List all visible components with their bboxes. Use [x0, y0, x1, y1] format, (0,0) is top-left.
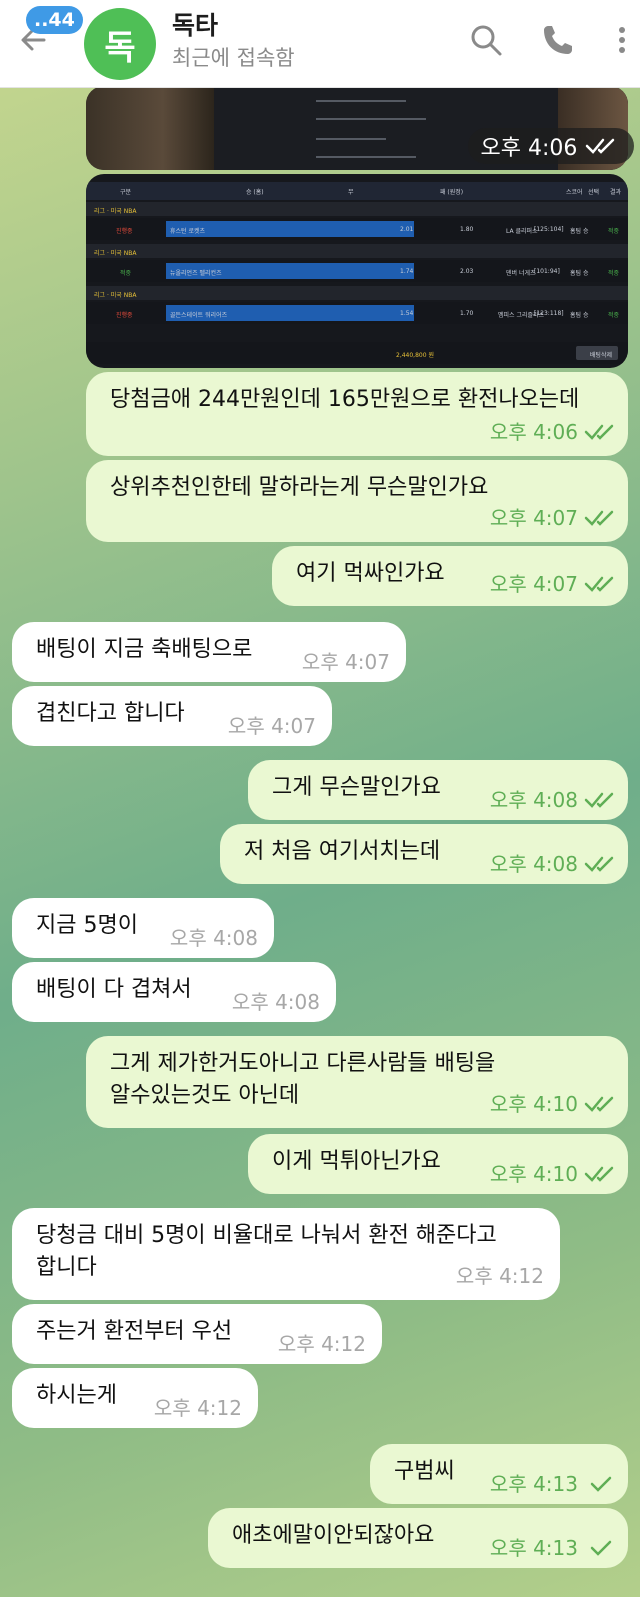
league-row: 리그 · 미국 NBA — [86, 202, 628, 216]
message-time: 오후 4:07 — [227, 714, 316, 738]
message-incoming[interactable]: 주는거 환전부터 우선 오후 4:12 — [12, 1304, 382, 1364]
message-time: 오후 4:13 — [489, 1536, 578, 1560]
message-time: 오후 4:08 — [489, 788, 578, 812]
message-outgoing[interactable]: 당첨금애 244만원인데 165만원으로 환전나오는데 오후 4:06 — [86, 372, 628, 456]
message-text: 겹친다고 합니다 — [36, 701, 185, 726]
search-button[interactable] — [468, 22, 504, 58]
double-check-icon — [584, 855, 620, 873]
table-footer: 2,440,800 원 배팅삭제 — [86, 342, 628, 364]
more-menu-button[interactable] — [604, 22, 625, 58]
message-text: 그게 무슨말인가요 — [272, 775, 441, 800]
check-icon — [584, 1475, 620, 1493]
message-text-line1: 그게 제가한거도아니고 다른사람들 배팅을 — [110, 1051, 496, 1076]
message-text: 상위추천인한테 말하라는게 무슨말인가요 — [110, 475, 489, 500]
message-time: 오후 4:08 — [489, 852, 578, 876]
double-check-icon — [584, 509, 620, 527]
search-icon — [471, 25, 502, 56]
double-check-icon — [584, 575, 620, 593]
message-time: 오후 4:06 — [489, 420, 578, 444]
message-time: 오후 4:10 — [489, 1092, 578, 1116]
message-time: 오후 4:10 — [489, 1162, 578, 1186]
message-text: 애초에말이안되잖아요 — [232, 1523, 435, 1548]
message-incoming[interactable]: 배팅이 다 겹쳐서 오후 4:08 — [12, 962, 336, 1022]
message-incoming[interactable]: 겹친다고 합니다 오후 4:07 — [12, 686, 332, 746]
table-row: 적중 뉴올리언즈 펠리컨즈 1.74 2.03 덴버 너게츠 [101:94] … — [86, 260, 628, 282]
message-outgoing[interactable]: 저 처음 여기서치는데 오후 4:08 — [220, 824, 628, 884]
message-outgoing[interactable]: 이게 먹튀아닌가요 오후 4:10 — [248, 1134, 628, 1194]
message-text: 당첨금애 244만원인데 165만원으로 환전나오는데 — [110, 387, 580, 412]
chat-header: ..44 독 독타 최근에 접속함 — [0, 0, 640, 88]
message-text: 주는거 환전부터 우선 — [36, 1319, 233, 1344]
message-text: 배팅이 다 겹쳐서 — [36, 977, 192, 1002]
message-text-line2: 합니다 — [36, 1255, 97, 1280]
call-button[interactable] — [540, 22, 576, 58]
message-time: 오후 4:07 — [489, 572, 578, 596]
message-outgoing[interactable]: 구범씨 오후 4:13 — [370, 1444, 628, 1504]
message-time: 오후 4:13 — [489, 1472, 578, 1496]
message-text: 하시는게 — [36, 1383, 117, 1408]
message-time: 오후 4:08 — [231, 990, 320, 1014]
double-check-icon — [584, 1095, 620, 1113]
avatar[interactable]: 독 — [84, 8, 156, 80]
message-text: 구범씨 — [394, 1459, 455, 1484]
message-outgoing[interactable]: 애초에말이안되잖아요 오후 4:13 — [208, 1508, 628, 1568]
check-icon — [584, 1539, 620, 1557]
message-outgoing[interactable]: 그게 제가한거도아니고 다른사람들 배팅을 알수있는것도 아닌데 오후 4:10 — [86, 1036, 628, 1128]
table-row: 진행중 골든스테이트 워리어즈 1.54 1.70 멤피스 그리즐리스 [123… — [86, 302, 628, 324]
double-check-icon — [584, 791, 620, 809]
more-vertical-icon — [619, 27, 625, 53]
unread-badge: ..44 — [26, 6, 83, 34]
last-seen-status: 최근에 접속함 — [172, 46, 295, 70]
message-time: 오후 4:12 — [455, 1264, 544, 1288]
table-header: 구분 승 (홈) 무 패 (원정) 스코어 선택 결과 — [86, 182, 628, 200]
league-row: 리그 · 미국 NBA — [86, 286, 628, 300]
message-time: 오후 4:07 — [489, 506, 578, 530]
message-outgoing[interactable]: 상위추천인한테 말하라는게 무슨말인가요 오후 4:07 — [86, 460, 628, 542]
message-text: 여기 먹싸인가요 — [296, 561, 445, 586]
message-time: 오후 4:08 — [169, 926, 258, 950]
table-row: 진행중 휴스턴 로켓츠 2.01 1.80 LA 클리퍼스 [125:104] … — [86, 218, 628, 240]
league-row: 리그 · 미국 NBA — [86, 244, 628, 258]
message-outgoing[interactable]: 여기 먹싸인가요 오후 4:07 — [272, 546, 628, 606]
image-timestamp: 오후 4:06 — [468, 128, 634, 164]
message-text: 저 처음 여기서치는데 — [244, 839, 441, 864]
message-time: 오후 4:12 — [153, 1396, 242, 1420]
message-incoming[interactable]: 지금 5명이 오후 4:08 — [12, 898, 274, 958]
photo-region — [86, 86, 214, 170]
double-check-icon — [584, 1165, 620, 1183]
double-check-icon — [585, 137, 621, 155]
message-text: 배팅이 지금 축배팅으로 — [36, 637, 253, 662]
betting-table-image[interactable]: 구분 승 (홈) 무 패 (원정) 스코어 선택 결과 리그 · 미국 NBA … — [86, 174, 628, 368]
phone-icon — [544, 26, 572, 54]
message-text-line2: 알수있는것도 아닌데 — [110, 1083, 300, 1108]
message-text-line1: 당청금 대비 5명이 비율대로 나눠서 환전 해준다고 — [36, 1223, 497, 1248]
message-incoming[interactable]: 당청금 대비 5명이 비율대로 나눠서 환전 해준다고 합니다 오후 4:12 — [12, 1208, 560, 1300]
chat-title[interactable]: 독타 — [172, 6, 218, 42]
message-incoming[interactable]: 배팅이 지금 축배팅으로 오후 4:07 — [12, 622, 406, 682]
message-text: 지금 5명이 — [36, 913, 138, 938]
message-time: 오후 4:12 — [277, 1332, 366, 1356]
message-text: 이게 먹튀아닌가요 — [272, 1149, 441, 1174]
message-incoming[interactable]: 하시는게 오후 4:12 — [12, 1368, 258, 1428]
double-check-icon — [584, 423, 620, 441]
message-time: 오후 4:07 — [301, 650, 390, 674]
message-outgoing[interactable]: 그게 무슨말인가요 오후 4:08 — [248, 760, 628, 820]
